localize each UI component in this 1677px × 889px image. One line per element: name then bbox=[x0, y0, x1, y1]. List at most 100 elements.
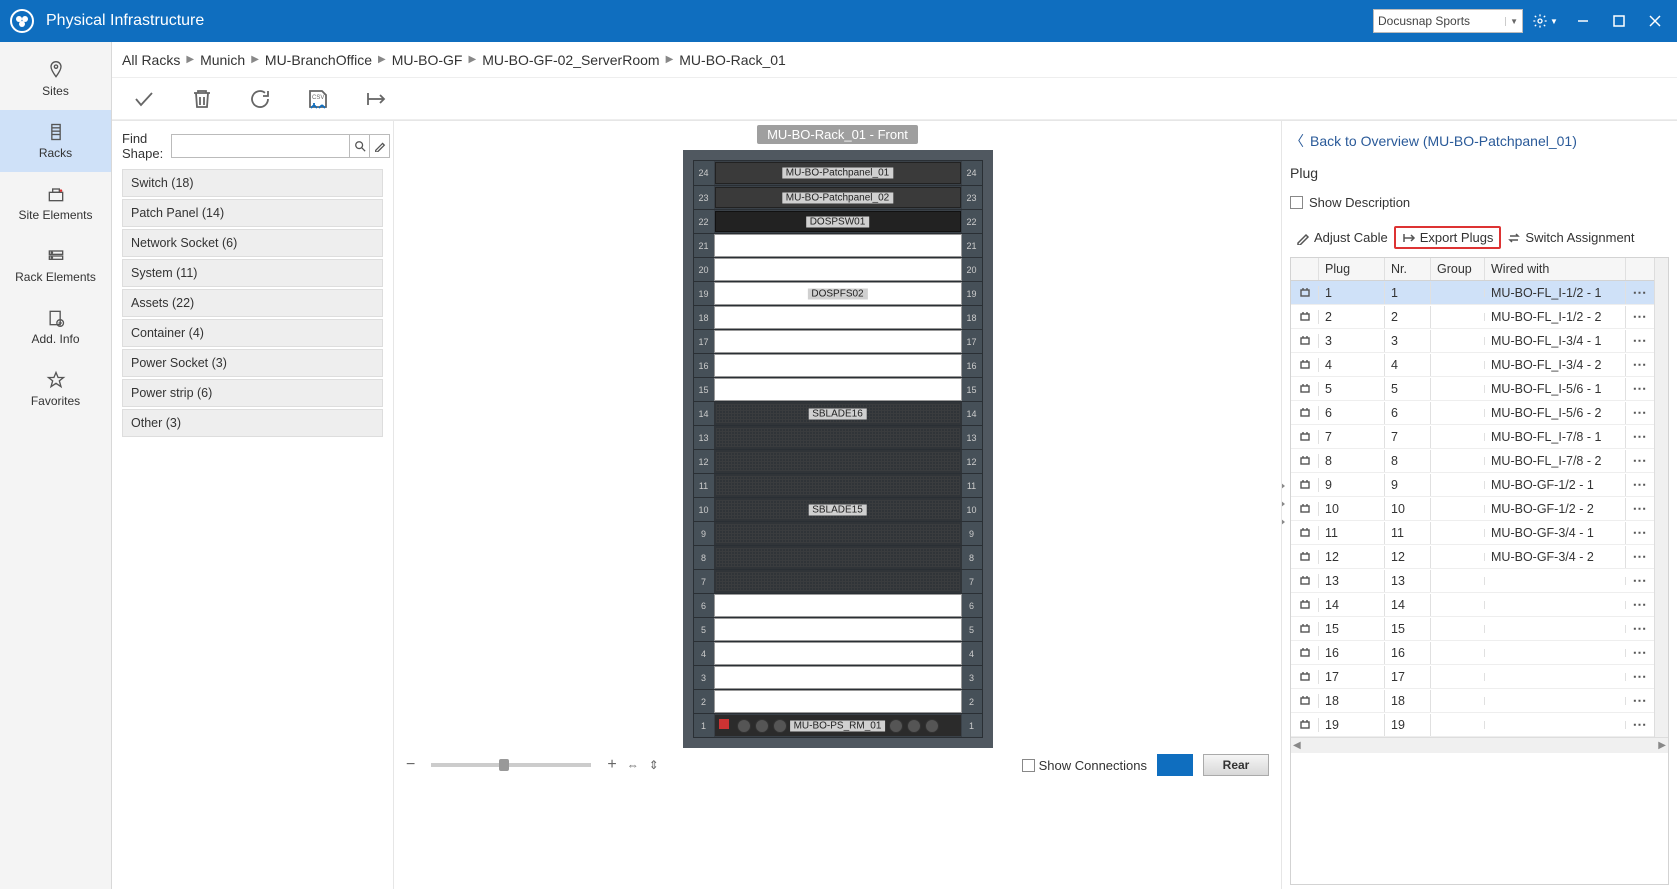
plug-row[interactable]: 1414⋯ bbox=[1291, 593, 1654, 617]
plug-row[interactable]: 55MU-BO-FL_I-5/6 - 1⋯ bbox=[1291, 377, 1654, 401]
row-menu-button[interactable]: ⋯ bbox=[1626, 380, 1654, 397]
rack-unit-17[interactable]: 1717 bbox=[694, 329, 982, 353]
shape-category[interactable]: Power strip (6) bbox=[122, 379, 383, 407]
rack-unit-15[interactable]: 1515 bbox=[694, 377, 982, 401]
rack-unit-7[interactable]: 77 bbox=[694, 569, 982, 593]
plug-row[interactable]: 22MU-BO-FL_I-1/2 - 2⋯ bbox=[1291, 305, 1654, 329]
rack-canvas[interactable]: MU-BO-Rack_01 - Front 24MU-BO-Patchpanel… bbox=[394, 121, 1282, 889]
front-indicator[interactable] bbox=[1157, 754, 1193, 776]
rack-unit-13[interactable]: 1313 bbox=[694, 425, 982, 449]
plug-row[interactable]: 33MU-BO-FL_I-3/4 - 1⋯ bbox=[1291, 329, 1654, 353]
fit-width-icon[interactable]: ⇔ bbox=[627, 758, 639, 772]
breadcrumb-item[interactable]: All Racks bbox=[122, 52, 180, 68]
plug-row[interactable]: 77MU-BO-FL_I-7/8 - 1⋯ bbox=[1291, 425, 1654, 449]
row-menu-button[interactable]: ⋯ bbox=[1626, 476, 1654, 493]
rack-unit-9[interactable]: 99 bbox=[694, 521, 982, 545]
csv-export-button[interactable]: CSV bbox=[304, 85, 332, 113]
zoom-in-button[interactable]: + bbox=[607, 756, 616, 774]
show-description-checkbox[interactable]: Show Description bbox=[1290, 195, 1669, 210]
nav-item-sites[interactable]: Sites bbox=[0, 48, 111, 110]
delete-button[interactable] bbox=[188, 85, 216, 113]
rack-unit-23[interactable]: 23MU-BO-Patchpanel_0223 bbox=[694, 185, 982, 209]
breadcrumb-item[interactable]: Munich bbox=[200, 52, 245, 68]
shape-category[interactable]: Network Socket (6) bbox=[122, 229, 383, 257]
breadcrumb-item[interactable]: MU-BO-Rack_01 bbox=[679, 52, 786, 68]
rack-unit-4[interactable]: 44 bbox=[694, 641, 982, 665]
col-wired-header[interactable]: Wired with bbox=[1485, 258, 1626, 280]
row-menu-button[interactable]: ⋯ bbox=[1626, 692, 1654, 709]
plug-row[interactable]: 44MU-BO-FL_I-3/4 - 2⋯ bbox=[1291, 353, 1654, 377]
rack-unit-21[interactable]: 2121 bbox=[694, 233, 982, 257]
rack-unit-5[interactable]: 55 bbox=[694, 617, 982, 641]
company-selector[interactable]: Docusnap Sports ▼ bbox=[1373, 9, 1523, 33]
nav-item-add-info[interactable]: Add. Info bbox=[0, 296, 111, 358]
rack-unit-10[interactable]: 10SBLADE1510 bbox=[694, 497, 982, 521]
show-connections-checkbox[interactable]: Show Connections bbox=[1022, 758, 1147, 773]
row-menu-button[interactable]: ⋯ bbox=[1626, 284, 1654, 301]
splitter-handle[interactable] bbox=[1282, 474, 1285, 534]
row-menu-button[interactable]: ⋯ bbox=[1626, 620, 1654, 637]
shape-category[interactable]: Container (4) bbox=[122, 319, 383, 347]
rack-unit-16[interactable]: 1616 bbox=[694, 353, 982, 377]
plug-row[interactable]: 1717⋯ bbox=[1291, 665, 1654, 689]
refresh-button[interactable] bbox=[246, 85, 274, 113]
close-button[interactable] bbox=[1637, 6, 1673, 36]
maximize-button[interactable] bbox=[1601, 6, 1637, 36]
shape-category[interactable]: Power Socket (3) bbox=[122, 349, 383, 377]
zoom-slider[interactable] bbox=[431, 763, 591, 767]
col-group-header[interactable]: Group bbox=[1431, 258, 1485, 280]
zoom-out-button[interactable]: − bbox=[406, 756, 415, 774]
row-menu-button[interactable]: ⋯ bbox=[1626, 644, 1654, 661]
row-menu-button[interactable]: ⋯ bbox=[1626, 500, 1654, 517]
row-menu-button[interactable]: ⋯ bbox=[1626, 572, 1654, 589]
plug-row[interactable]: 1616⋯ bbox=[1291, 641, 1654, 665]
col-nr-header[interactable]: Nr. bbox=[1385, 258, 1431, 280]
row-menu-button[interactable]: ⋯ bbox=[1626, 524, 1654, 541]
edit-button[interactable] bbox=[370, 134, 390, 158]
shape-category[interactable]: Patch Panel (14) bbox=[122, 199, 383, 227]
row-menu-button[interactable]: ⋯ bbox=[1626, 428, 1654, 445]
plug-row[interactable]: 1111MU-BO-GF-3/4 - 1⋯ bbox=[1291, 521, 1654, 545]
nav-item-favorites[interactable]: Favorites bbox=[0, 358, 111, 420]
nav-item-rack-elements[interactable]: Rack Elements bbox=[0, 234, 111, 296]
plug-row[interactable]: 66MU-BO-FL_I-5/6 - 2⋯ bbox=[1291, 401, 1654, 425]
rack-unit-3[interactable]: 33 bbox=[694, 665, 982, 689]
table-vertical-scrollbar[interactable] bbox=[1654, 258, 1668, 737]
plug-row[interactable]: 1313⋯ bbox=[1291, 569, 1654, 593]
fit-height-icon[interactable]: ⇕ bbox=[649, 758, 659, 772]
rack-unit-18[interactable]: 1818 bbox=[694, 305, 982, 329]
shape-category[interactable]: Assets (22) bbox=[122, 289, 383, 317]
row-menu-button[interactable]: ⋯ bbox=[1626, 548, 1654, 565]
minimize-button[interactable] bbox=[1565, 6, 1601, 36]
back-to-overview-link[interactable]: 〈 Back to Overview (MU-BO-Patchpanel_01) bbox=[1290, 131, 1669, 151]
export-plugs-button[interactable]: Export Plugs bbox=[1394, 226, 1502, 249]
nav-item-site-elements[interactable]: Site Elements bbox=[0, 172, 111, 234]
row-menu-button[interactable]: ⋯ bbox=[1626, 404, 1654, 421]
rack-front-view[interactable]: 24MU-BO-Patchpanel_012423MU-BO-Patchpane… bbox=[693, 160, 983, 738]
plug-row[interactable]: 99MU-BO-GF-1/2 - 1⋯ bbox=[1291, 473, 1654, 497]
rack-unit-1[interactable]: 1MU-BO-PS_RM_011 bbox=[694, 713, 982, 737]
plug-row[interactable]: 11MU-BO-FL_I-1/2 - 1⋯ bbox=[1291, 281, 1654, 305]
shape-category[interactable]: Switch (18) bbox=[122, 169, 383, 197]
search-button[interactable] bbox=[350, 134, 370, 158]
shape-category[interactable]: Other (3) bbox=[122, 409, 383, 437]
rack-unit-2[interactable]: 22 bbox=[694, 689, 982, 713]
row-menu-button[interactable]: ⋯ bbox=[1626, 356, 1654, 373]
plug-row[interactable]: 1212MU-BO-GF-3/4 - 2⋯ bbox=[1291, 545, 1654, 569]
breadcrumb-item[interactable]: MU-BO-GF-02_ServerRoom bbox=[482, 52, 659, 68]
nav-item-racks[interactable]: Racks bbox=[0, 110, 111, 172]
rear-button[interactable]: Rear bbox=[1203, 754, 1269, 776]
shape-category[interactable]: System (11) bbox=[122, 259, 383, 287]
rack-unit-14[interactable]: 14SBLADE1614 bbox=[694, 401, 982, 425]
settings-button[interactable]: ▼ bbox=[1531, 13, 1559, 29]
row-menu-button[interactable]: ⋯ bbox=[1626, 668, 1654, 685]
row-menu-button[interactable]: ⋯ bbox=[1626, 596, 1654, 613]
row-menu-button[interactable]: ⋯ bbox=[1626, 452, 1654, 469]
find-shape-input[interactable] bbox=[171, 134, 350, 158]
plug-row[interactable]: 1818⋯ bbox=[1291, 689, 1654, 713]
rack-unit-12[interactable]: 1212 bbox=[694, 449, 982, 473]
rack-unit-24[interactable]: 24MU-BO-Patchpanel_0124 bbox=[694, 161, 982, 185]
breadcrumb-item[interactable]: MU-BranchOffice bbox=[265, 52, 372, 68]
plug-row[interactable]: 1010MU-BO-GF-1/2 - 2⋯ bbox=[1291, 497, 1654, 521]
plug-row[interactable]: 1919⋯ bbox=[1291, 713, 1654, 737]
